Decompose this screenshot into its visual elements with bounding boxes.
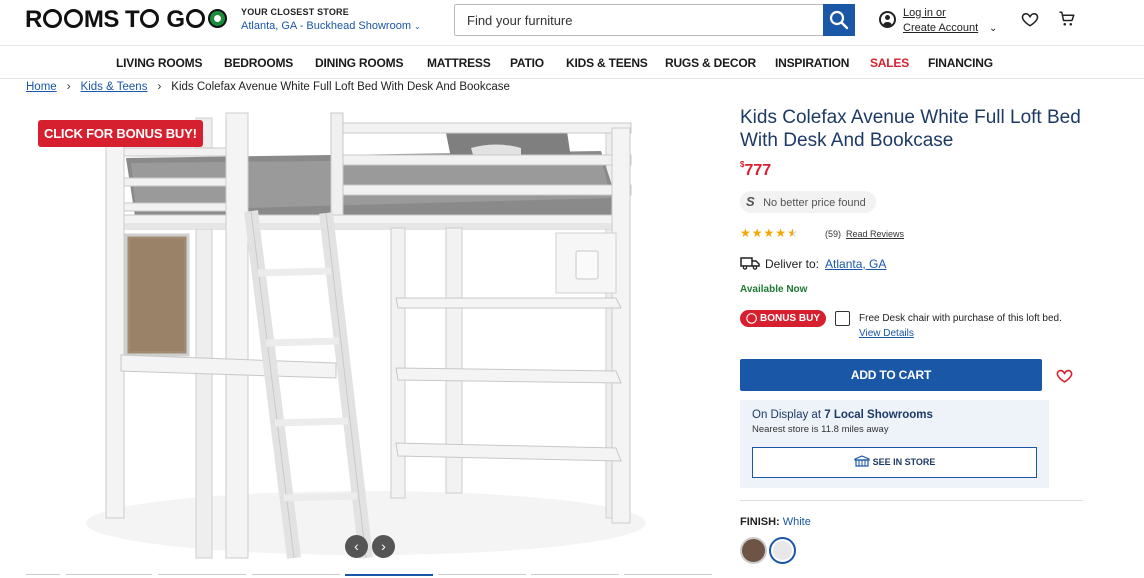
account-links: Log in or Create Account ⌄ <box>903 6 997 36</box>
review-count: (59) <box>825 229 842 239</box>
chevron-down-icon: ⌄ <box>414 22 421 31</box>
main-nav: LIVING ROOMS BEDROOMS DINING ROOMS MATTR… <box>0 47 1144 79</box>
nav-item-bedrooms[interactable]: BEDROOMS <box>224 56 293 70</box>
thumbnail[interactable] <box>252 574 340 578</box>
breadcrumb-current: Kids Colefax Avenue White Full Loft Bed … <box>171 81 510 93</box>
product-title: Kids Colefax Avenue White Full Loft Bed … <box>740 107 1081 151</box>
nav-item-rugs-decor[interactable]: RUGS & DECOR <box>665 56 756 70</box>
store-icon <box>853 455 870 467</box>
product-image[interactable] <box>26 103 716 578</box>
thumbnail[interactable] <box>66 574 152 578</box>
nav-item-kids-teens[interactable]: KIDS & TEENS <box>566 56 648 70</box>
prev-image-button[interactable]: ‹ <box>345 535 368 558</box>
breadcrumb-home[interactable]: Home <box>26 81 57 93</box>
finish-swatch-white[interactable] <box>769 537 796 564</box>
nav-item-mattress[interactable]: MATTRESS <box>427 56 491 70</box>
bonus-buy-flag[interactable]: CLICK FOR BONUS BUY! <box>38 120 203 147</box>
search-input[interactable] <box>455 5 824 35</box>
search-button[interactable] <box>823 4 855 36</box>
chevron-left-icon: ‹ <box>354 538 359 554</box>
thumbnail[interactable] <box>158 574 246 578</box>
create-account-link[interactable]: Create Account <box>903 21 978 36</box>
nearest-store-text: Nearest store is 11.8 miles away <box>752 424 889 435</box>
bonus-buy-badge: ◯ BONUS BUY <box>740 310 826 327</box>
chevron-right-icon: › <box>381 538 386 554</box>
star-rating[interactable]: ★★★★★ <box>740 226 799 240</box>
divider <box>740 500 1083 501</box>
see-in-store-button[interactable]: SEE IN STORE <box>752 447 1037 478</box>
star-icon: ★ <box>763 226 776 240</box>
nav-item-sales[interactable]: SALES <box>870 56 909 70</box>
logo-seal-icon <box>207 9 227 28</box>
heart-icon[interactable] <box>1056 367 1073 384</box>
tag-icon: ◯ <box>746 313 758 324</box>
add-to-cart-button[interactable]: ADD TO CART <box>740 359 1042 391</box>
nav-item-inspiration[interactable]: INSPIRATION <box>775 56 849 70</box>
star-icon: ★ <box>775 226 788 240</box>
thumbnail[interactable] <box>26 574 60 578</box>
breadcrumb-kids-teens[interactable]: Kids & Teens <box>81 81 148 93</box>
half-star-icon: ★ <box>787 226 799 240</box>
product-page: R MS T G YOUR CLOSEST STORE Atlanta, GA -… <box>0 0 1144 578</box>
delivery-location-link[interactable]: Atlanta, GA <box>825 257 886 271</box>
search-bar <box>454 4 855 36</box>
chevron-right-icon: › <box>66 81 71 93</box>
thumbnail[interactable] <box>531 574 619 578</box>
closest-store[interactable]: YOUR CLOSEST STORE Atlanta, GA - Buckhea… <box>241 7 421 32</box>
star-icon: ★ <box>751 226 764 240</box>
truck-icon <box>740 257 760 270</box>
login-link[interactable]: Log in or <box>903 6 978 21</box>
price-match-badge: S No better price found <box>740 191 876 213</box>
cart-icon[interactable] <box>1058 10 1076 28</box>
star-icon: ★ <box>740 226 752 240</box>
chevron-right-icon: › <box>157 81 162 93</box>
showroom-display-box: On Display at 7 Local Showrooms Nearest … <box>740 400 1049 488</box>
nav-item-dining-rooms[interactable]: DINING ROOMS <box>315 56 403 70</box>
chevron-down-icon[interactable]: ⌄ <box>989 21 997 36</box>
thumbnail[interactable] <box>624 574 712 578</box>
finish-label: FINISH: White <box>740 516 811 528</box>
heart-icon[interactable] <box>1021 10 1039 28</box>
nav-item-financing[interactable]: FINANCING <box>928 56 993 70</box>
store-name: Atlanta, GA - Buckhead Showroom ⌄ <box>241 20 421 32</box>
price-match-icon: S <box>746 194 755 209</box>
thumbnail-active[interactable] <box>345 574 433 578</box>
availability-status: Available Now <box>740 284 808 295</box>
store-label: YOUR CLOSEST STORE <box>241 7 349 17</box>
nav-item-patio[interactable]: PATIO <box>510 56 544 70</box>
nav-item-living-rooms[interactable]: LIVING ROOMS <box>116 56 202 70</box>
read-reviews-link[interactable]: Read Reviews <box>846 229 904 239</box>
next-image-button[interactable]: › <box>372 535 395 558</box>
view-details-link[interactable]: View Details <box>859 328 914 339</box>
product-price: $777 <box>740 160 772 179</box>
logo[interactable]: R MS T G <box>25 6 227 34</box>
breadcrumb: Home › Kids & Teens › Kids Colefax Avenue Wh… <box>26 81 510 93</box>
delivery-info: Deliver to: Atlanta, GA <box>740 256 886 271</box>
finish-swatch-brown[interactable] <box>740 537 767 564</box>
bonus-buy-checkbox[interactable] <box>835 311 850 326</box>
site-header: R MS T G YOUR CLOSEST STORE Atlanta, GA -… <box>0 0 1144 46</box>
display-info: On Display at 7 Local Showrooms <box>752 409 933 421</box>
account-icon[interactable] <box>879 11 896 28</box>
search-icon <box>829 10 849 30</box>
finish-value: White <box>782 516 811 528</box>
bonus-buy-text: Free Desk chair with purchase of this lo… <box>859 313 1062 324</box>
thumbnail[interactable] <box>438 574 526 578</box>
